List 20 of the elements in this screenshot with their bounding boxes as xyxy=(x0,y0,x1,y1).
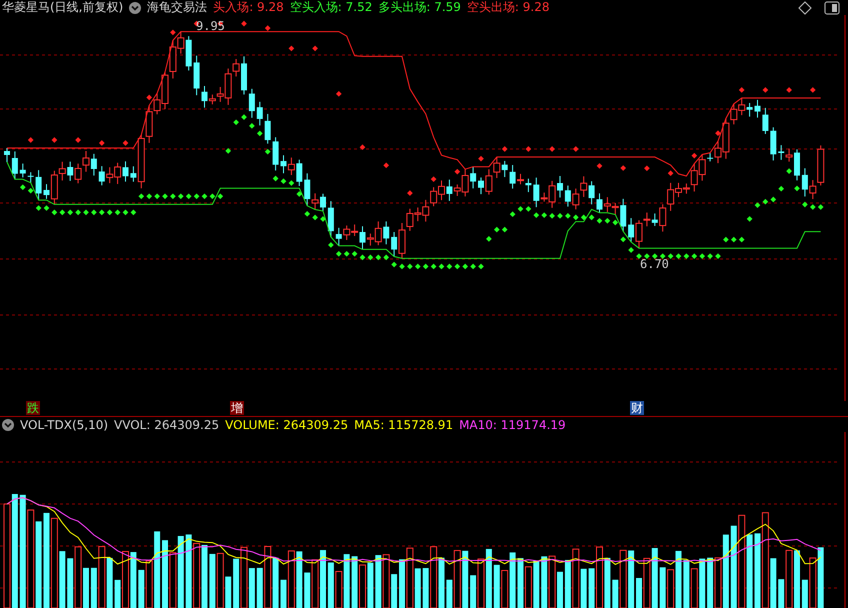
stock-title: 华菱星马(日线,前复权) xyxy=(2,0,124,16)
indicator-name[interactable]: VOL-TDX(5,10) xyxy=(20,418,108,432)
indicator-value: 空头出场: 9.28 xyxy=(466,0,550,16)
event-marker[interactable]: 财 xyxy=(630,401,644,415)
indicator-value: MA10: 119174.19 xyxy=(459,418,566,432)
indicator-value: 空头入场: 7.52 xyxy=(290,0,372,16)
indicator-value: VOLUME: 264309.25 xyxy=(225,418,348,432)
indicator-name[interactable]: 海龟交易法 xyxy=(147,0,208,16)
event-marker[interactable]: 跌 xyxy=(26,401,40,415)
indicator-value: 头入场: 9.28 xyxy=(213,0,284,16)
indicator-value: 多头出场: 7.59 xyxy=(378,0,461,16)
event-marker[interactable]: 增 xyxy=(230,401,244,415)
dropdown-icon[interactable] xyxy=(2,419,14,431)
indicator-value: MA5: 115728.91 xyxy=(354,418,454,432)
price-label: 9.95 xyxy=(196,19,225,33)
indicator-value: VVOL: 264309.25 xyxy=(114,418,220,432)
price-label: 6.70 xyxy=(640,257,669,271)
panel-toggle-icon[interactable] xyxy=(824,0,840,14)
diamond-icon[interactable] xyxy=(798,0,812,14)
dropdown-icon[interactable] xyxy=(129,2,142,14)
